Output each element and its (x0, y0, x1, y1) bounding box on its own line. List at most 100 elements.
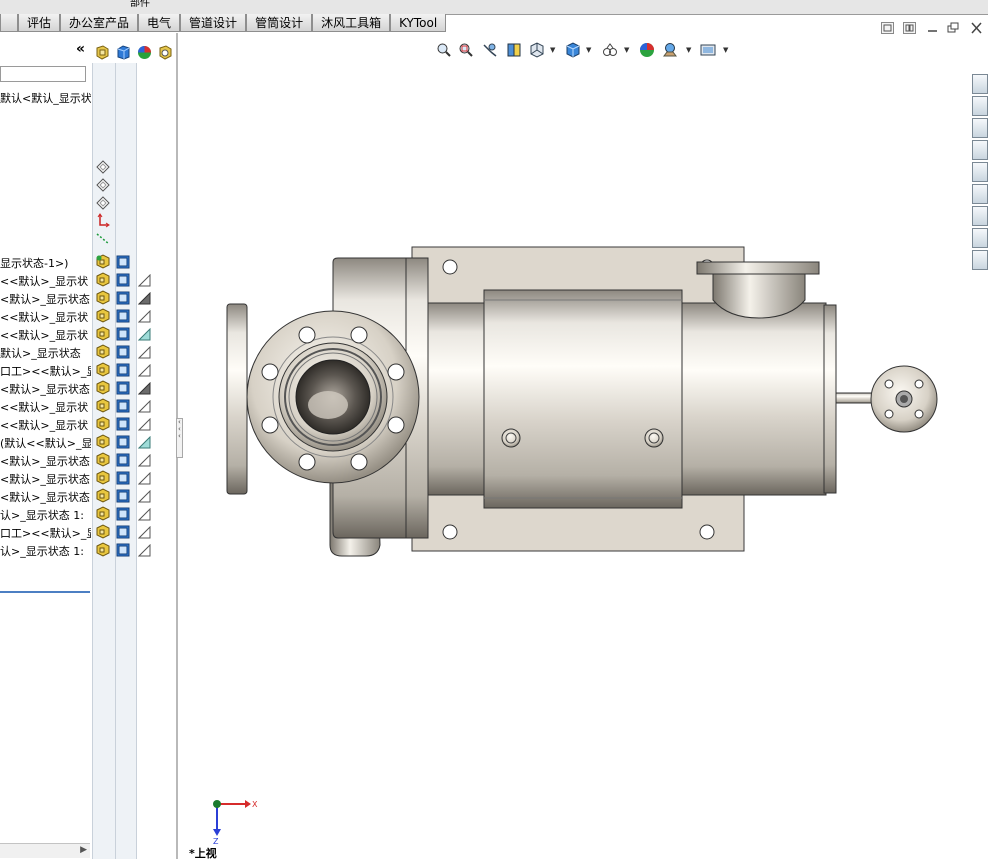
display-mode-icon[interactable] (116, 291, 130, 305)
tile-icon[interactable] (881, 22, 894, 34)
display-mode-icon[interactable] (116, 255, 130, 269)
chevron-down-icon[interactable]: ▼ (723, 46, 728, 54)
tree-filter-input[interactable] (0, 66, 86, 82)
tab-office-products[interactable]: 办公室产品 (60, 14, 139, 32)
view-palette-icon[interactable] (972, 140, 988, 160)
appearance-triangle-icon[interactable] (138, 364, 151, 377)
tree-component-row[interactable]: (默认<<默认>_显 (0, 434, 176, 451)
file-explorer-icon[interactable] (972, 118, 988, 138)
apply-scene-icon[interactable] (662, 42, 678, 58)
toolbox-icon[interactable] (972, 206, 988, 226)
front-plane-icon[interactable] (95, 159, 111, 175)
tree-component-row[interactable]: 认>_显示状态 1: (0, 542, 176, 559)
right-plane-icon[interactable] (95, 195, 111, 211)
origin-icon[interactable] (95, 213, 111, 229)
appearance-triangle-icon[interactable] (138, 490, 151, 503)
task-pane-extra-icon[interactable] (972, 250, 988, 270)
tree-component-row[interactable]: 显示状态-1>) (0, 254, 176, 271)
appearance-triangle-icon[interactable] (138, 346, 151, 359)
appearance-sphere-icon[interactable] (137, 45, 152, 60)
tree-component-row[interactable]: 认>_显示状态 1: (0, 506, 176, 523)
display-pane-assembly-icon[interactable] (95, 45, 110, 60)
component-display-icon[interactable] (95, 470, 111, 485)
display-mode-icon[interactable] (116, 273, 130, 287)
tree-component-row[interactable]: <默认>_显示状态 (0, 452, 176, 469)
display-style-icon[interactable] (565, 42, 581, 58)
restore-view-icon[interactable] (903, 22, 916, 34)
component-display-icon[interactable] (95, 380, 111, 395)
component-display-icon[interactable] (95, 344, 111, 359)
appearance-triangle-icon[interactable] (138, 436, 151, 449)
component-display-icon[interactable] (95, 272, 111, 287)
appearance-triangle-icon[interactable] (138, 274, 151, 287)
display-mode-icon[interactable] (116, 471, 130, 485)
edit-appearance-icon[interactable] (639, 42, 655, 58)
previous-view-icon[interactable] (482, 42, 498, 58)
display-mode-icon[interactable] (116, 327, 130, 341)
tab-mufeng-toolbox[interactable]: 沐风工具箱 (312, 14, 391, 32)
close-icon[interactable] (970, 22, 983, 34)
appearance-triangle-icon[interactable] (138, 544, 151, 557)
chevron-down-icon[interactable]: ▼ (550, 46, 555, 54)
collapse-pane-button[interactable]: « (76, 41, 85, 57)
display-mode-icon[interactable] (116, 435, 130, 449)
component-display-icon[interactable] (95, 452, 111, 467)
tab-scroll[interactable] (0, 14, 18, 32)
display-mode-icon[interactable] (116, 453, 130, 467)
component-display-icon[interactable] (95, 488, 111, 503)
chevron-down-icon[interactable]: ▼ (686, 46, 691, 54)
display-mode-icon[interactable] (116, 489, 130, 503)
tree-component-row[interactable]: <默认>_显示状态 (0, 470, 176, 487)
display-mode-icon[interactable] (116, 309, 130, 323)
minimize-icon[interactable] (926, 22, 939, 34)
section-view-icon[interactable] (506, 42, 522, 58)
appearances-icon[interactable] (972, 162, 988, 182)
component-display-icon[interactable] (95, 308, 111, 323)
tree-component-row[interactable]: <<默认>_显示状 (0, 272, 176, 289)
appearance-triangle-icon[interactable] (138, 310, 151, 323)
appearance-triangle-icon[interactable] (138, 472, 151, 485)
tree-component-row[interactable]: <<默认>_显示状 (0, 326, 176, 343)
appearance-triangle-icon[interactable] (138, 508, 151, 521)
sketch-line-icon[interactable] (95, 231, 111, 247)
chevron-down-icon[interactable]: ▼ (586, 46, 591, 54)
tree-horizontal-scrollbar[interactable]: ▶ (0, 843, 90, 858)
component-display-icon[interactable] (95, 542, 111, 557)
appearance-triangle-icon[interactable] (138, 382, 151, 395)
pane-splitter-handle[interactable]: ‹ ‹ ‹ (176, 418, 183, 458)
appearance-triangle-icon[interactable] (138, 292, 151, 305)
component-display-icon[interactable] (95, 254, 111, 269)
appearance-triangle-icon[interactable] (138, 526, 151, 539)
tree-component-row[interactable]: <默认>_显示状态 (0, 488, 176, 505)
tree-component-row[interactable]: 口工><<默认>_显 (0, 362, 176, 379)
display-mode-icon[interactable] (116, 345, 130, 359)
component-display-icon[interactable] (95, 290, 111, 305)
tab-kytool[interactable]: KYTool (390, 14, 447, 32)
tree-component-row[interactable]: 默认>_显示状态 (0, 344, 176, 361)
appearance-triangle-icon[interactable] (138, 454, 151, 467)
component-display-icon[interactable] (95, 434, 111, 449)
component-display-icon[interactable] (95, 362, 111, 377)
scroll-right-icon[interactable]: ▶ (80, 845, 87, 855)
tree-component-row[interactable]: <<默认>_显示状 (0, 398, 176, 415)
pipe-routing-icon[interactable] (972, 228, 988, 248)
hide-show-items-icon[interactable] (602, 42, 618, 58)
solidworks-resources-icon[interactable] (972, 74, 988, 94)
component-display-icon[interactable] (95, 524, 111, 539)
chevron-down-icon[interactable]: ▼ (624, 46, 629, 54)
display-mode-icon[interactable] (116, 525, 130, 539)
tree-component-row[interactable]: 口工><<默认>_显 (0, 524, 176, 541)
tree-component-row[interactable]: <默认>_显示状态 (0, 380, 176, 397)
tree-component-row[interactable]: <<默认>_显示状 (0, 416, 176, 433)
tab-piping[interactable]: 管道设计 (180, 14, 247, 32)
design-library-icon[interactable] (972, 96, 988, 116)
tree-component-row[interactable]: <<默认>_显示状 (0, 308, 176, 325)
component-display-icon[interactable] (95, 506, 111, 521)
appearance-triangle-icon[interactable] (138, 328, 151, 341)
zoom-to-fit-icon[interactable] (436, 42, 452, 58)
component-display-icon[interactable] (95, 398, 111, 413)
view-orientation-icon[interactable] (529, 42, 545, 58)
top-plane-icon[interactable] (95, 177, 111, 193)
restore-icon[interactable] (947, 22, 960, 34)
tree-root-assembly[interactable]: 默认<默认_显示状 (0, 89, 176, 106)
